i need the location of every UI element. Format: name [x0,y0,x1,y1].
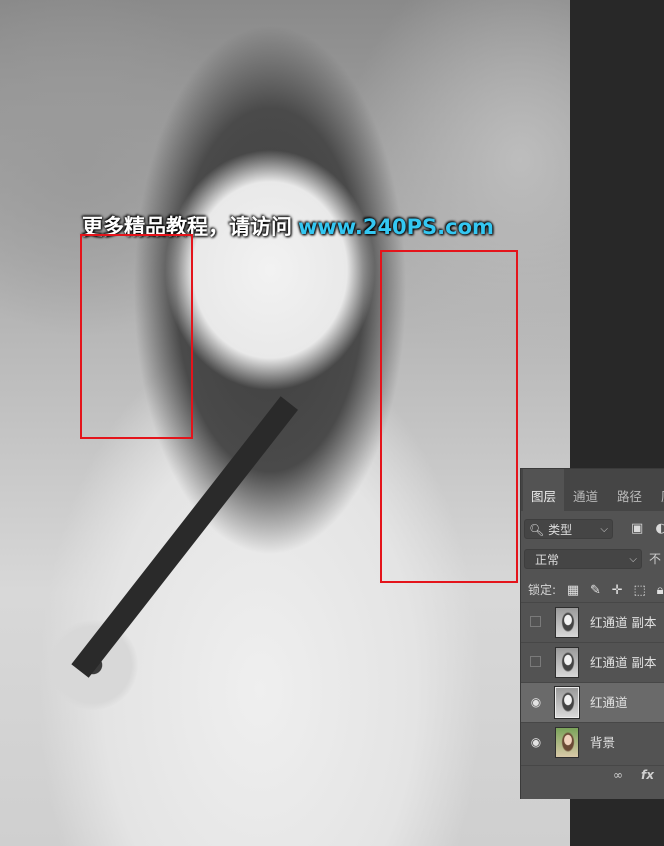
lock-all-icon[interactable]: 🔒︎ [657,580,664,602]
blend-mode-value: 正常 [535,553,560,567]
lock-image-pixels-icon[interactable]: ✎ [590,580,601,602]
lock-transparent-pixels-icon[interactable]: ▦ [567,580,579,602]
layer-filter-select[interactable]: 🔍︎ 类型 ⌵ [524,519,613,539]
visibility-toggle[interactable] [530,616,541,627]
image-icon[interactable]: ▣ [631,521,643,536]
layer-row[interactable]: 红通道 副本 [521,602,664,642]
layer-thumbnail [554,686,580,719]
blend-mode-select[interactable]: 正常 ⌵ [524,549,642,569]
visibility-toggle[interactable] [530,656,541,667]
layer-thumbnail [555,607,579,638]
adjustment-icon[interactable]: ◐ [655,521,664,536]
filter-icons: ▣ ◐ [631,519,664,539]
eye-icon[interactable]: ◉ [529,735,543,749]
layer-row-selected[interactable]: ◉ 红通道 [521,682,664,722]
fx-icon[interactable]: fx [641,768,654,782]
chevron-down-icon: ⌵ [600,524,608,535]
chevron-down-icon: ⌵ [629,554,637,565]
layers-panel: 图层 通道 路径 历 🔍︎ 类型 ⌵ ▣ ◐ 正常 ⌵ 不 锁定: ▦ ✎ ✛ … [520,468,664,799]
layer-thumbnail [555,647,579,678]
lock-label: 锁定: [528,583,557,597]
opacity-label: 不 [649,552,662,566]
tab-channels[interactable]: 通道 [565,469,606,511]
lock-artboard-icon[interactable]: ⬚ [633,580,645,602]
link-layers-icon[interactable]: ∞ [613,768,623,782]
layer-name: 红通道 [590,695,628,710]
layer-name: 红通道 副本 [590,615,657,630]
highlight-box-right [380,250,518,583]
lock-position-icon[interactable]: ✛ [612,580,623,602]
layer-name: 背景 [590,735,616,750]
layer-row[interactable]: 红通道 副本 [521,642,664,682]
layer-name: 红通道 副本 [590,655,657,670]
eye-icon[interactable]: ◉ [529,695,543,709]
highlight-box-left [80,234,193,439]
photo-canvas: 更多精品教程，请访问 www.240PS.com [0,0,570,846]
tab-history[interactable]: 历 [653,469,664,511]
watermark-url: www.240PS.com [298,215,494,239]
tab-layers[interactable]: 图层 [523,469,565,511]
layer-row[interactable]: ◉ 背景 [521,722,664,762]
tab-paths[interactable]: 路径 [609,469,650,511]
filter-type-value: 类型 [548,523,573,537]
lock-row: 锁定: ▦ ✎ ✛ ⬚ 🔒︎ [528,579,664,601]
panel-tabs: 图层 通道 路径 历 [521,469,664,511]
search-icon: 🔍︎ [529,523,545,537]
layer-thumbnail [555,727,579,758]
panel-bottom-bar: ∞ fx [521,765,664,786]
